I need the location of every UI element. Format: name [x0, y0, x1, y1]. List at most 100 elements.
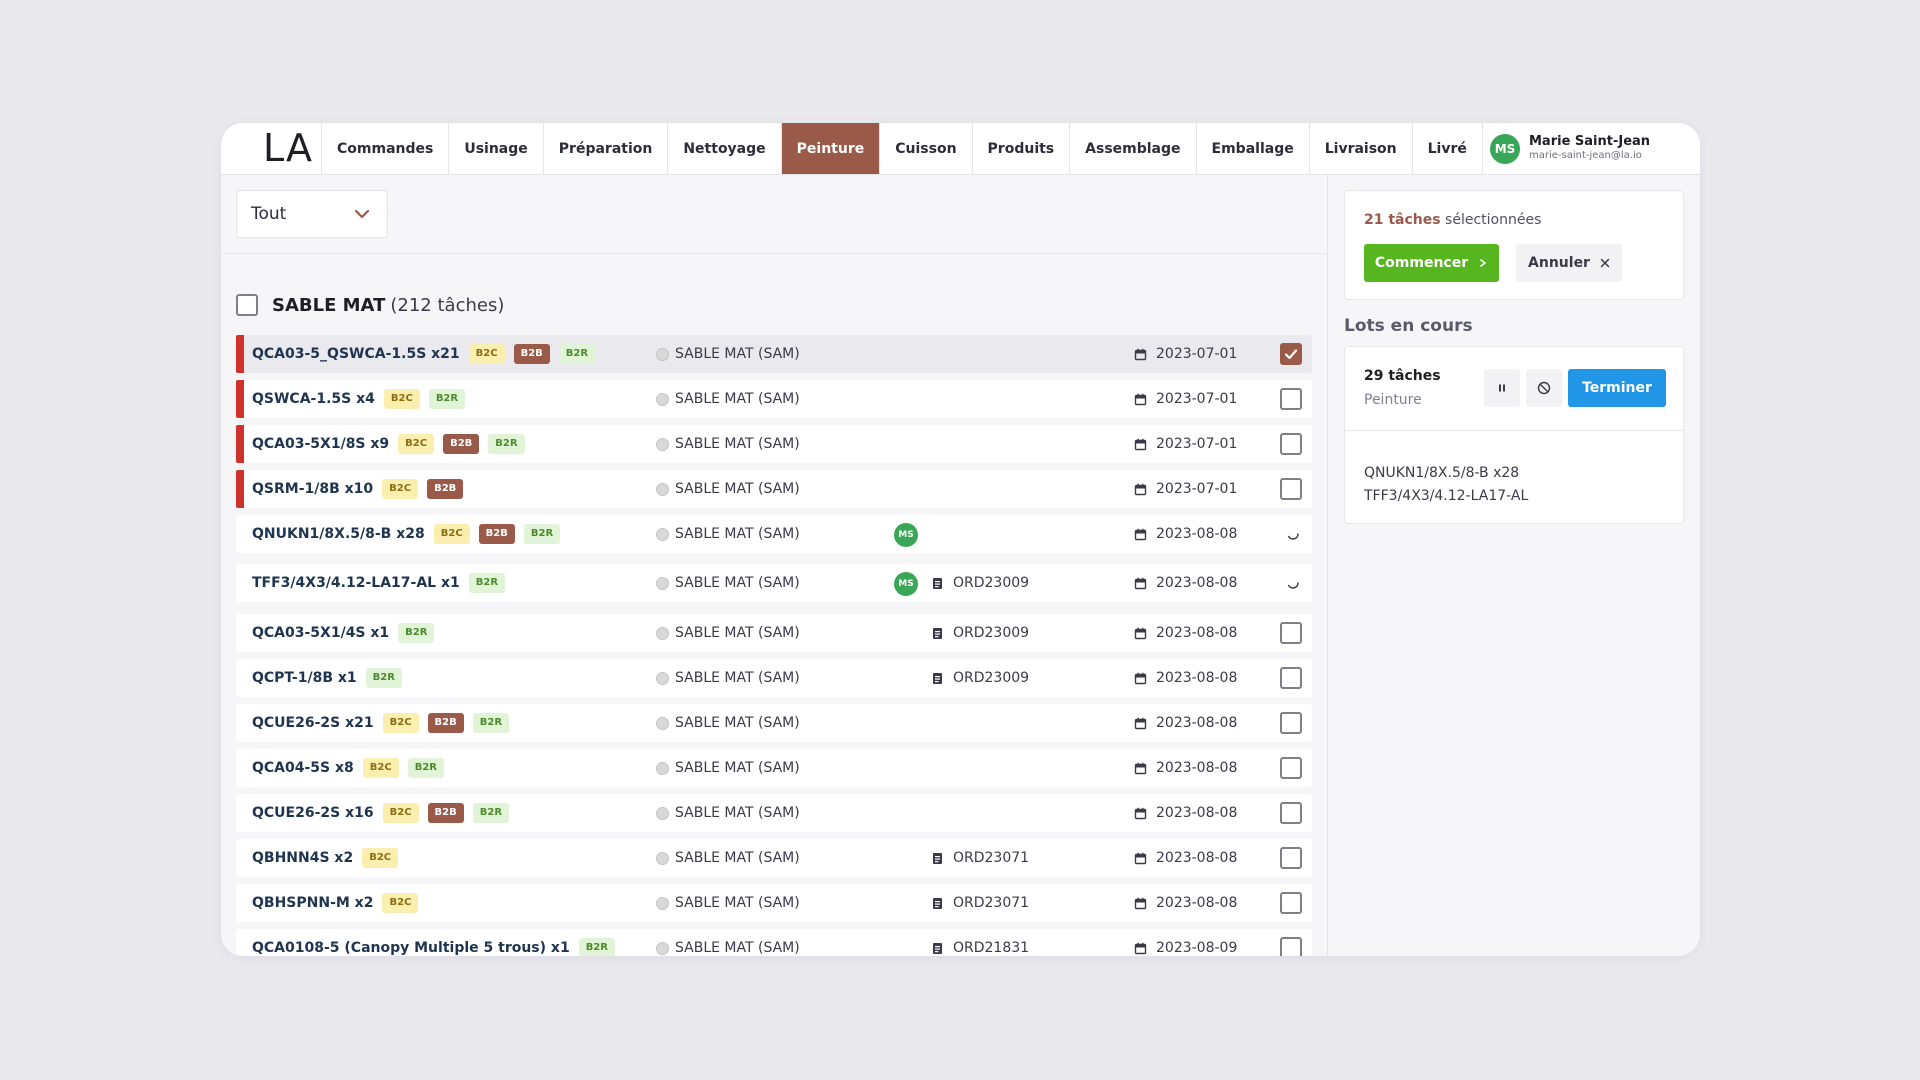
order-ref[interactable]: ORD21831	[931, 929, 1029, 956]
badge-b2c: B2C	[382, 803, 419, 823]
task-name-text: QSRM-1/8B x10	[252, 481, 374, 497]
loading-spinner-icon	[1287, 582, 1299, 589]
calendar-icon	[1134, 807, 1147, 819]
tab-assemblage[interactable]: Assemblage	[1070, 123, 1197, 174]
badge-b2c: B2C	[382, 713, 419, 733]
tab-usinage[interactable]: Usinage	[449, 123, 544, 174]
tab-preparation[interactable]: Préparation	[544, 123, 669, 174]
task-name[interactable]: QSWCA-1.5S x4 B2C B2R	[252, 380, 466, 418]
tab-cuisson[interactable]: Cuisson	[880, 123, 973, 174]
user-email: marie-saint-jean@la.io	[1529, 149, 1642, 161]
group-select-all-checkbox[interactable]	[236, 294, 258, 316]
task-name[interactable]: QCPT-1/8B x1 B2R	[252, 659, 402, 697]
table-row[interactable]: QNUKN1/8X.5/8-B x28 B2C B2B B2R SABLE MAT (S…	[236, 515, 1312, 553]
row-checkbox[interactable]	[1280, 937, 1302, 956]
cancel-lot-button[interactable]	[1526, 369, 1562, 407]
calendar-icon	[1134, 762, 1147, 774]
filter-select[interactable]: Tout	[236, 190, 388, 238]
table-row[interactable]: QCA03-5X1/8S x9 B2C B2B B2R SABLE MAT (SAM) 2…	[236, 425, 1312, 463]
tab-livre[interactable]: Livré	[1413, 123, 1483, 174]
row-checkbox[interactable]	[1280, 667, 1302, 689]
row-checkbox[interactable]	[1280, 478, 1302, 500]
tab-produits[interactable]: Produits	[973, 123, 1071, 174]
start-button[interactable]: Commencer	[1364, 244, 1499, 282]
row-checkbox[interactable]	[1280, 622, 1302, 644]
task-name[interactable]: TFF3/4X3/4.12-LA17-AL x1 B2R	[252, 564, 506, 602]
side-panel: 21 tâches sélectionnées Commencer Annule…	[1327, 175, 1700, 956]
table-row[interactable]: QCPT-1/8B x1 B2R SABLE MAT (SAM) ORD23009 20…	[236, 659, 1312, 697]
order-ref[interactable]: ORD23009	[931, 564, 1029, 602]
urgent-flag	[236, 425, 244, 463]
row-checkbox[interactable]	[1280, 892, 1302, 914]
close-icon	[1600, 258, 1610, 268]
task-name[interactable]: QSRM-1/8B x10 B2C B2B	[252, 470, 464, 508]
tab-peinture[interactable]: Peinture	[781, 123, 881, 174]
row-checkbox-wrap	[1280, 847, 1302, 873]
table-row[interactable]: QCA03-5_QSWCA-1.5S x21 B2C B2B B2R SABLE MAT…	[236, 335, 1312, 373]
row-checkbox[interactable]	[1280, 343, 1302, 365]
finish-button[interactable]: Terminer	[1568, 369, 1666, 407]
row-checkbox[interactable]	[1280, 433, 1302, 455]
material-text: SABLE MAT (SAM)	[675, 575, 800, 591]
badge-b2r: B2R	[468, 573, 506, 593]
row-checkbox[interactable]	[1280, 847, 1302, 869]
task-name[interactable]: QNUKN1/8X.5/8-B x28 B2C B2B B2R	[252, 515, 561, 553]
material-text: SABLE MAT (SAM)	[675, 850, 800, 866]
urgent-flag	[236, 470, 244, 508]
app-window: LA Commandes Usinage Préparation Nettoyage P…	[221, 123, 1700, 956]
order-ref[interactable]: ORD23071	[931, 884, 1029, 922]
row-checkbox[interactable]	[1280, 802, 1302, 824]
table-row[interactable]: QCA0108-5 (Canopy Multiple 5 trous) x1 B2…	[236, 929, 1312, 956]
table-row[interactable]: TFF3/4X3/4.12-LA17-AL x1 B2R SABLE MAT (SA…	[236, 564, 1312, 602]
user-profile[interactable]: MS Marie Saint-Jean marie-saint-jean@la.…	[1490, 132, 1650, 165]
order-ref[interactable]: ORD23009	[931, 614, 1029, 652]
selection-suffix: sélectionnées	[1440, 212, 1542, 228]
row-checkbox[interactable]	[1280, 388, 1302, 410]
material: SABLE MAT (SAM)	[656, 794, 800, 832]
table-row[interactable]: QBHNN4S x2 B2C SABLE MAT (SAM) ORD23071 2023…	[236, 839, 1312, 877]
material: SABLE MAT (SAM)	[656, 470, 800, 508]
task-name[interactable]: QBHSPNN-M x2 B2C	[252, 884, 419, 922]
table-row[interactable]: QSWCA-1.5S x4 B2C B2R SABLE MAT (SAM) 2023-0…	[236, 380, 1312, 418]
task-name-text: QCUE26-2S x21	[252, 715, 374, 731]
tab-emballage[interactable]: Emballage	[1197, 123, 1310, 174]
row-checkbox[interactable]	[1280, 712, 1302, 734]
task-name[interactable]: QCA04-5S x8 B2C B2R	[252, 749, 444, 787]
tab-livraison[interactable]: Livraison	[1310, 123, 1413, 174]
table-row[interactable]: QCA03-5X1/4S x1 B2R SABLE MAT (SAM) ORD2300…	[236, 614, 1312, 652]
badge-b2r: B2R	[578, 938, 615, 956]
task-name[interactable]: QCA03-5X1/4S x1 B2R	[252, 614, 435, 652]
task-name[interactable]: QCA03-5X1/8S x9 B2C B2B B2R	[252, 425, 525, 463]
row-checkbox-wrap	[1280, 343, 1302, 366]
pause-button[interactable]	[1484, 369, 1520, 407]
app-logo[interactable]: LA	[263, 126, 313, 170]
table-row[interactable]: QCUE26-2S x21 B2C B2B B2R SABLE MAT (SAM) 202…	[236, 704, 1312, 742]
row-checkbox[interactable]	[1280, 757, 1302, 779]
badge-b2c: B2C	[468, 344, 505, 364]
badge-b2r: B2R	[428, 389, 466, 409]
assignee-avatar: MS	[894, 523, 918, 547]
task-name[interactable]: QCA03-5_QSWCA-1.5S x21 B2C B2B B2R	[252, 335, 596, 373]
order-ref-text: ORD23071	[953, 850, 1030, 866]
color-swatch-icon	[656, 806, 669, 820]
task-name[interactable]: QCUE26-2S x21 B2C B2B B2R	[252, 704, 510, 742]
tab-commandes[interactable]: Commandes	[322, 123, 450, 174]
row-checkbox-wrap	[1280, 667, 1302, 693]
task-name[interactable]: QCA0108-5 (Canopy Multiple 5 trous) x1 B2…	[252, 929, 615, 956]
table-row[interactable]: QSRM-1/8B x10 B2C B2B SABLE MAT (SAM) 2023-0…	[236, 470, 1312, 508]
table-row[interactable]: QBHSPNN-M x2 B2C SABLE MAT (SAM) ORD23071 20…	[236, 884, 1312, 922]
tab-nettoyage[interactable]: Nettoyage	[668, 123, 782, 174]
table-row[interactable]: QCA04-5S x8 B2C B2R SABLE MAT (SAM) 2023-08-…	[236, 749, 1312, 787]
cancel-button[interactable]: Annuler	[1516, 244, 1622, 282]
due-date: 2023-08-09	[1134, 929, 1237, 956]
due-date: 2023-08-08	[1134, 749, 1237, 787]
table-row[interactable]: QCUE26-2S x16 B2C B2B B2R SABLE MAT (SAM) 202…	[236, 794, 1312, 832]
material: SABLE MAT (SAM)	[656, 380, 800, 418]
task-name-text: QCUE26-2S x16	[252, 805, 374, 821]
order-ref[interactable]: ORD23009	[931, 659, 1029, 697]
color-swatch-icon	[656, 437, 669, 451]
task-name[interactable]: QCUE26-2S x16 B2C B2B B2R	[252, 794, 510, 832]
order-ref[interactable]: ORD23071	[931, 839, 1029, 877]
calendar-icon	[1134, 897, 1147, 909]
task-name[interactable]: QBHNN4S x2 B2C	[252, 839, 399, 877]
